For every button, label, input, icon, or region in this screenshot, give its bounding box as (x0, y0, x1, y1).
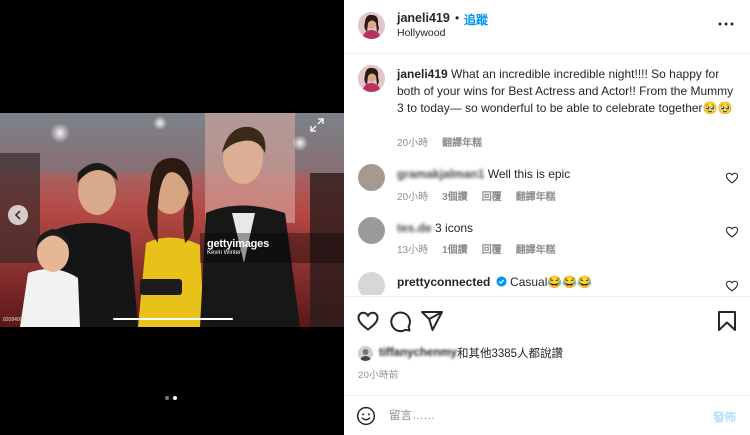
more-icon (718, 22, 734, 26)
reply-button[interactable]: 回覆 (482, 188, 502, 203)
avatar-image (358, 345, 373, 361)
comment-item: prettyconnected Casual😂😂😂 (397, 275, 592, 289)
comment-text: Well this is epic (487, 167, 571, 181)
details-panel: janeli419 • 追蹤 Hollywood janeli419 What … (344, 0, 750, 435)
comment-translate-button[interactable]: 翻譯年糕 (516, 188, 556, 203)
likes-count-text[interactable]: 和其他3385人都說讚 (457, 345, 563, 361)
comment-avatar[interactable] (358, 217, 385, 244)
comment-like-icon[interactable] (725, 171, 739, 185)
comment-username[interactable]: prettyconnected (397, 275, 490, 289)
post-photo[interactable]: gettyimages Kevin Winter 82084000 (0, 113, 344, 327)
comment-time: 20小時 (397, 192, 429, 203)
comment-time: 13小時 (397, 245, 429, 256)
comment-likes[interactable]: 1個讚 (442, 241, 468, 256)
comment-text: Casual😂😂😂 (510, 275, 593, 289)
comment-avatar[interactable] (358, 272, 385, 295)
photo-id: 82084000 (3, 317, 26, 323)
emoji-icon[interactable] (356, 406, 376, 426)
instagram-post-modal: gettyimages Kevin Winter 82084000 janeli… (0, 0, 750, 435)
comment-username[interactable]: gramakjalman1 (397, 167, 484, 181)
post-comment-button[interactable]: 發佈 (713, 409, 736, 425)
avatar-image (358, 12, 385, 39)
save-icon[interactable] (715, 309, 739, 333)
carousel-dot-active[interactable] (173, 396, 177, 400)
photo-illustration (0, 113, 344, 327)
caption-meta: 20小時 翻譯年糕 (397, 134, 482, 149)
caption-username[interactable]: janeli419 (397, 67, 448, 81)
comment-like-icon[interactable] (725, 225, 739, 239)
reply-button[interactable]: 回覆 (482, 241, 502, 256)
share-icon[interactable] (420, 309, 444, 333)
caption-translate-button[interactable]: 翻譯年糕 (442, 134, 482, 149)
getty-watermark: gettyimages Kevin Winter (207, 238, 277, 256)
follow-button[interactable]: 追蹤 (464, 11, 488, 28)
caption-time: 20小時 (397, 138, 429, 149)
comment-likes[interactable]: 3個讚 (442, 188, 468, 203)
heart-icon[interactable] (356, 309, 380, 333)
comment-meta: 20小時 3個讚 回覆 翻譯年糕 (397, 188, 556, 203)
post-location[interactable]: Hollywood (397, 27, 445, 39)
likes-summary: tiffanychenmy 和其他3385人都說讚 (358, 345, 563, 361)
previous-slide-button[interactable] (8, 205, 28, 225)
comment-composer: 發佈 (344, 395, 750, 435)
carousel-dots (165, 396, 177, 400)
caption-text: What an incredible incredible night!!!! … (397, 67, 734, 115)
avatar-image (358, 65, 385, 92)
more-options-button[interactable] (716, 14, 736, 34)
author-username[interactable]: janeli419 (397, 11, 450, 25)
liker-username[interactable]: tiffanychenmy (379, 347, 457, 359)
post-time[interactable]: 20小時前 (358, 367, 399, 381)
comment-item: tes.de 3 icons (397, 221, 473, 235)
comment-avatar[interactable] (358, 164, 385, 191)
comment-like-icon[interactable] (725, 279, 739, 293)
comment-meta: 13小時 1個讚 回覆 翻譯年糕 (397, 241, 556, 256)
comment-text: 3 icons (435, 221, 474, 235)
liker-avatar[interactable] (358, 345, 373, 361)
carousel-dot[interactable] (165, 396, 169, 400)
comment-username[interactable]: tes.de (397, 221, 432, 235)
author-avatar[interactable] (358, 12, 385, 39)
caption-avatar[interactable] (358, 65, 385, 92)
media-panel: gettyimages Kevin Winter 82084000 (0, 0, 344, 435)
verified-icon (496, 276, 507, 287)
expand-button[interactable] (306, 114, 328, 136)
comments-list[interactable]: janeli419 What an incredible incredible … (344, 55, 750, 295)
getty-brand: gettyimages (207, 238, 269, 250)
comment-icon[interactable] (388, 309, 412, 333)
getty-credit: Kevin Winter (207, 250, 242, 256)
chevron-left-icon (14, 210, 21, 220)
post-header: janeli419 • 追蹤 Hollywood (344, 0, 750, 54)
expand-icon (310, 118, 324, 132)
post-caption: janeli419 What an incredible incredible … (397, 66, 743, 117)
video-progress-bar[interactable] (113, 318, 233, 320)
action-bar (344, 296, 750, 342)
comment-item: gramakjalman1 Well this is epic (397, 167, 570, 181)
comment-input[interactable] (389, 405, 689, 427)
comment-translate-button[interactable]: 翻譯年糕 (516, 241, 556, 256)
header-separator: • (455, 11, 460, 25)
